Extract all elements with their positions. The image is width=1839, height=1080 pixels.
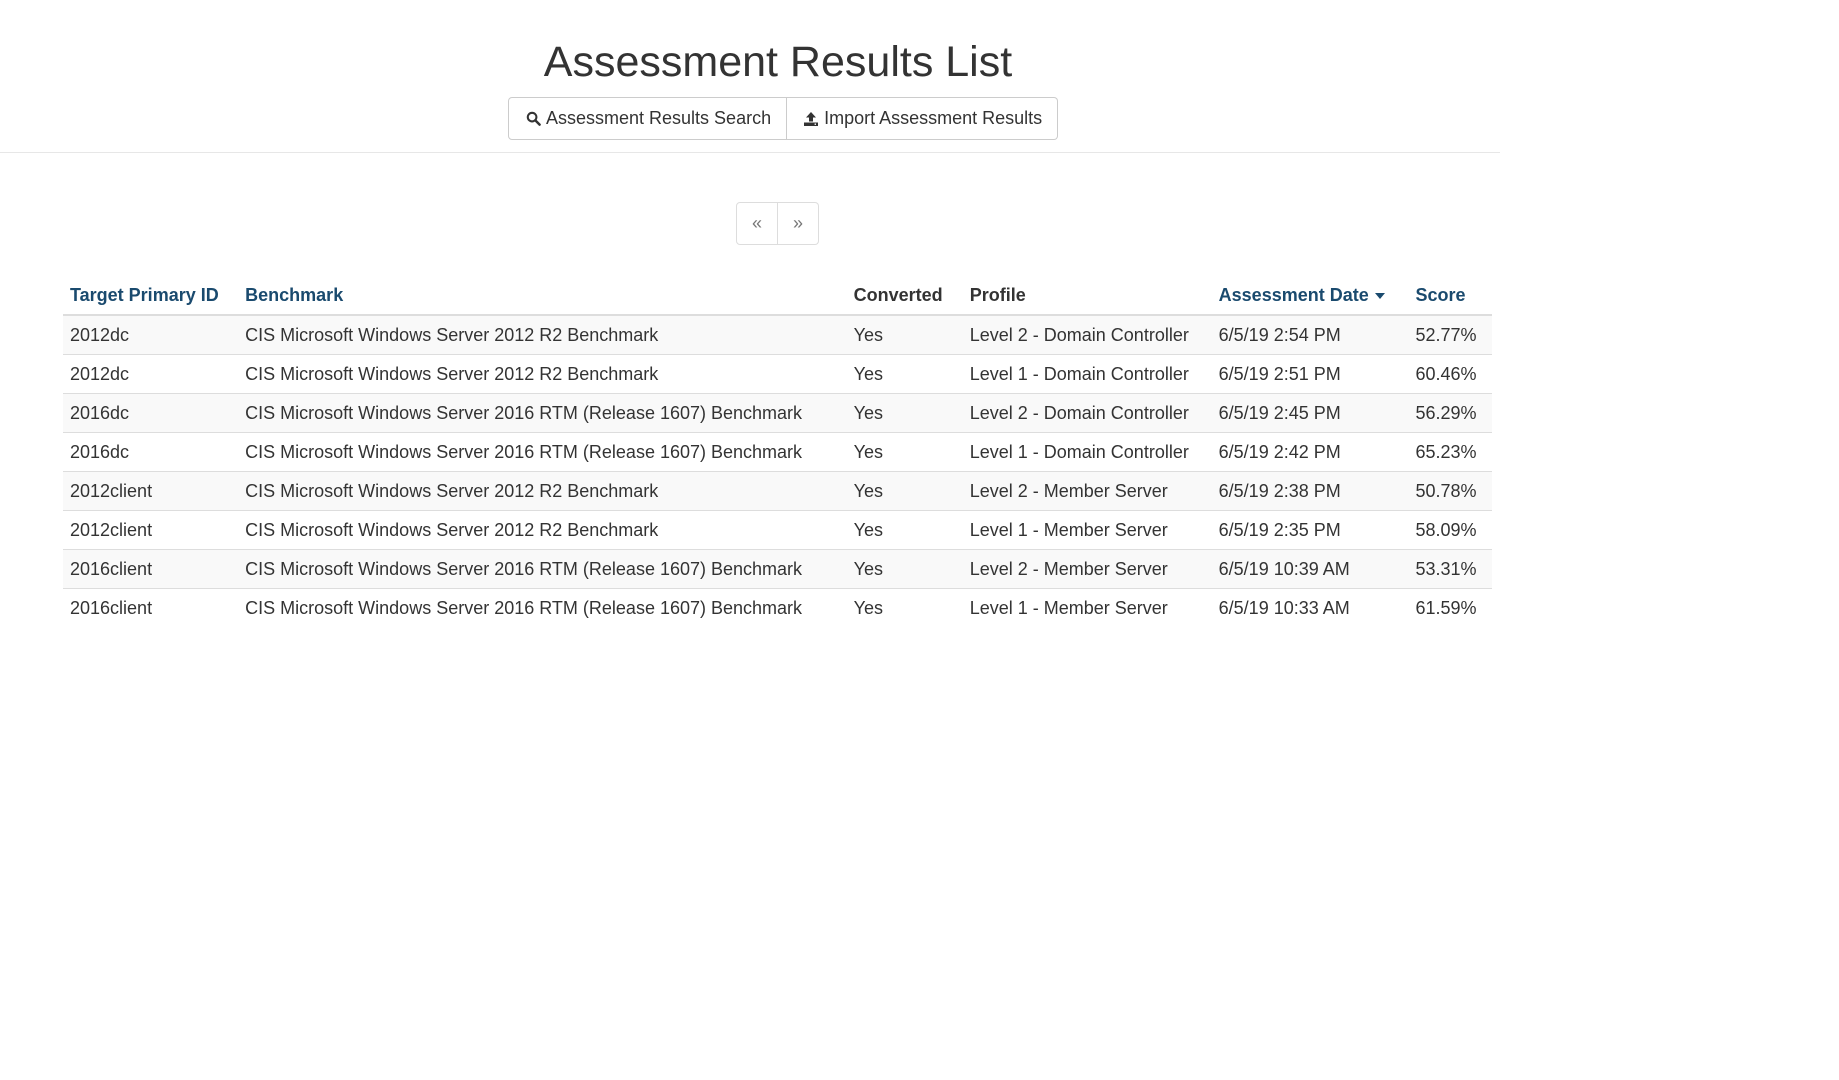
cell-target-primary-id: 2012dc (63, 354, 239, 394)
table-row[interactable]: 2012dc CIS Microsoft Windows Server 2012 … (63, 354, 1492, 394)
table-row[interactable]: 2016dc CIS Microsoft Windows Server 2016 … (63, 432, 1492, 472)
cell-assessment-date: 6/5/19 2:54 PM (1211, 314, 1409, 355)
cell-assessment-date: 6/5/19 2:35 PM (1211, 510, 1409, 550)
import-assessment-results-button[interactable]: Import Assessment Results (787, 97, 1059, 140)
column-header-label: Score (1415, 284, 1466, 305)
pagination: « » (736, 202, 819, 245)
page: Assessment Results List Assessment Resul… (0, 0, 1839, 1080)
cell-score: 61.59% (1408, 588, 1492, 627)
cell-target-primary-id: 2016client (63, 549, 239, 589)
cell-converted: Yes (846, 354, 963, 394)
table-row[interactable]: 2012dc CIS Microsoft Windows Server 2012 … (63, 314, 1492, 355)
cell-target-primary-id: 2012client (63, 471, 239, 511)
import-assessment-results-label: Import Assessment Results (824, 108, 1043, 128)
cell-converted: Yes (846, 471, 963, 511)
cell-converted: Yes (846, 432, 963, 472)
column-header-assessment-date[interactable]: Assessment Date (1211, 276, 1409, 316)
cell-profile: Level 2 - Domain Controller (962, 314, 1212, 355)
cell-converted: Yes (846, 510, 963, 550)
cell-converted: Yes (846, 314, 963, 355)
table-row[interactable]: 2016dc CIS Microsoft Windows Server 2016 … (63, 393, 1492, 433)
cell-benchmark: CIS Microsoft Windows Server 2012 R2 Ben… (238, 471, 847, 511)
cell-target-primary-id: 2016dc (63, 393, 239, 433)
cell-profile: Level 1 - Member Server (962, 588, 1212, 627)
cell-target-primary-id: 2016dc (63, 432, 239, 472)
cell-assessment-date: 6/5/19 2:51 PM (1211, 354, 1409, 394)
cell-target-primary-id: 2012client (63, 510, 239, 550)
column-header-label: Benchmark (245, 284, 344, 305)
table-header-row: Target Primary ID Benchmark Converted Pr… (63, 276, 1492, 316)
cell-profile: Level 1 - Member Server (962, 510, 1212, 550)
next-page-button[interactable]: » (778, 202, 819, 245)
table-row[interactable]: 2016client CIS Microsoft Windows Server 2… (63, 588, 1492, 627)
cell-score: 56.29% (1408, 393, 1492, 433)
table-row[interactable]: 2012client CIS Microsoft Windows Server 2… (63, 471, 1492, 511)
cell-converted: Yes (846, 549, 963, 589)
cell-profile: Level 2 - Member Server (962, 471, 1212, 511)
cell-benchmark: CIS Microsoft Windows Server 2016 RTM (R… (238, 588, 847, 627)
cell-assessment-date: 6/5/19 2:42 PM (1211, 432, 1409, 472)
assessment-results-search-button[interactable]: Assessment Results Search (508, 97, 788, 140)
upload-icon (802, 110, 820, 128)
column-header-benchmark[interactable]: Benchmark (238, 276, 847, 316)
cell-assessment-date: 6/5/19 2:38 PM (1211, 471, 1409, 511)
cell-converted: Yes (846, 393, 963, 433)
cell-assessment-date: 6/5/19 2:45 PM (1211, 393, 1409, 433)
cell-profile: Level 1 - Domain Controller (962, 432, 1212, 472)
cell-benchmark: CIS Microsoft Windows Server 2012 R2 Ben… (238, 354, 847, 394)
column-header-label: Converted (853, 284, 943, 305)
column-header-converted: Converted (846, 276, 963, 316)
cell-score: 58.09% (1408, 510, 1492, 550)
cell-benchmark: CIS Microsoft Windows Server 2012 R2 Ben… (238, 314, 847, 355)
column-header-label: Assessment Date (1218, 284, 1369, 305)
assessment-results-table: Target Primary ID Benchmark Converted Pr… (63, 276, 1492, 627)
cell-assessment-date: 6/5/19 10:39 AM (1211, 549, 1409, 589)
cell-benchmark: CIS Microsoft Windows Server 2016 RTM (R… (238, 549, 847, 589)
cell-benchmark: CIS Microsoft Windows Server 2016 RTM (R… (238, 432, 847, 472)
cell-profile: Level 2 - Domain Controller (962, 393, 1212, 433)
cell-profile: Level 2 - Member Server (962, 549, 1212, 589)
cell-benchmark: CIS Microsoft Windows Server 2016 RTM (R… (238, 393, 847, 433)
assessment-results-search-label: Assessment Results Search (546, 108, 772, 128)
cell-score: 52.77% (1408, 314, 1492, 355)
cell-score: 50.78% (1408, 471, 1492, 511)
column-header-target-primary-id[interactable]: Target Primary ID (63, 276, 239, 316)
cell-score: 65.23% (1408, 432, 1492, 472)
cell-target-primary-id: 2016client (63, 588, 239, 627)
table-row[interactable]: 2016client CIS Microsoft Windows Server 2… (63, 549, 1492, 589)
cell-converted: Yes (846, 588, 963, 627)
column-header-profile: Profile (962, 276, 1212, 316)
table-body: 2012dc CIS Microsoft Windows Server 2012 … (63, 314, 1492, 627)
cell-score: 60.46% (1408, 354, 1492, 394)
cell-profile: Level 1 - Domain Controller (962, 354, 1212, 394)
search-icon (524, 110, 542, 128)
column-header-label: Target Primary ID (70, 284, 219, 305)
previous-page-button[interactable]: « (736, 202, 778, 245)
cell-assessment-date: 6/5/19 10:33 AM (1211, 588, 1409, 627)
cell-target-primary-id: 2012dc (63, 314, 239, 355)
page-header: Assessment Results List Assessment Resul… (0, 0, 1500, 153)
toolbar-button-group: Assessment Results Search Import Assessm… (508, 97, 1059, 140)
table-row[interactable]: 2012client CIS Microsoft Windows Server 2… (63, 510, 1492, 550)
column-header-score[interactable]: Score (1408, 276, 1492, 316)
page-title: Assessment Results List (543, 38, 1013, 86)
cell-score: 53.31% (1408, 549, 1492, 589)
column-header-label: Profile (969, 284, 1026, 305)
sort-descending-icon (1374, 292, 1385, 299)
cell-benchmark: CIS Microsoft Windows Server 2012 R2 Ben… (238, 510, 847, 550)
